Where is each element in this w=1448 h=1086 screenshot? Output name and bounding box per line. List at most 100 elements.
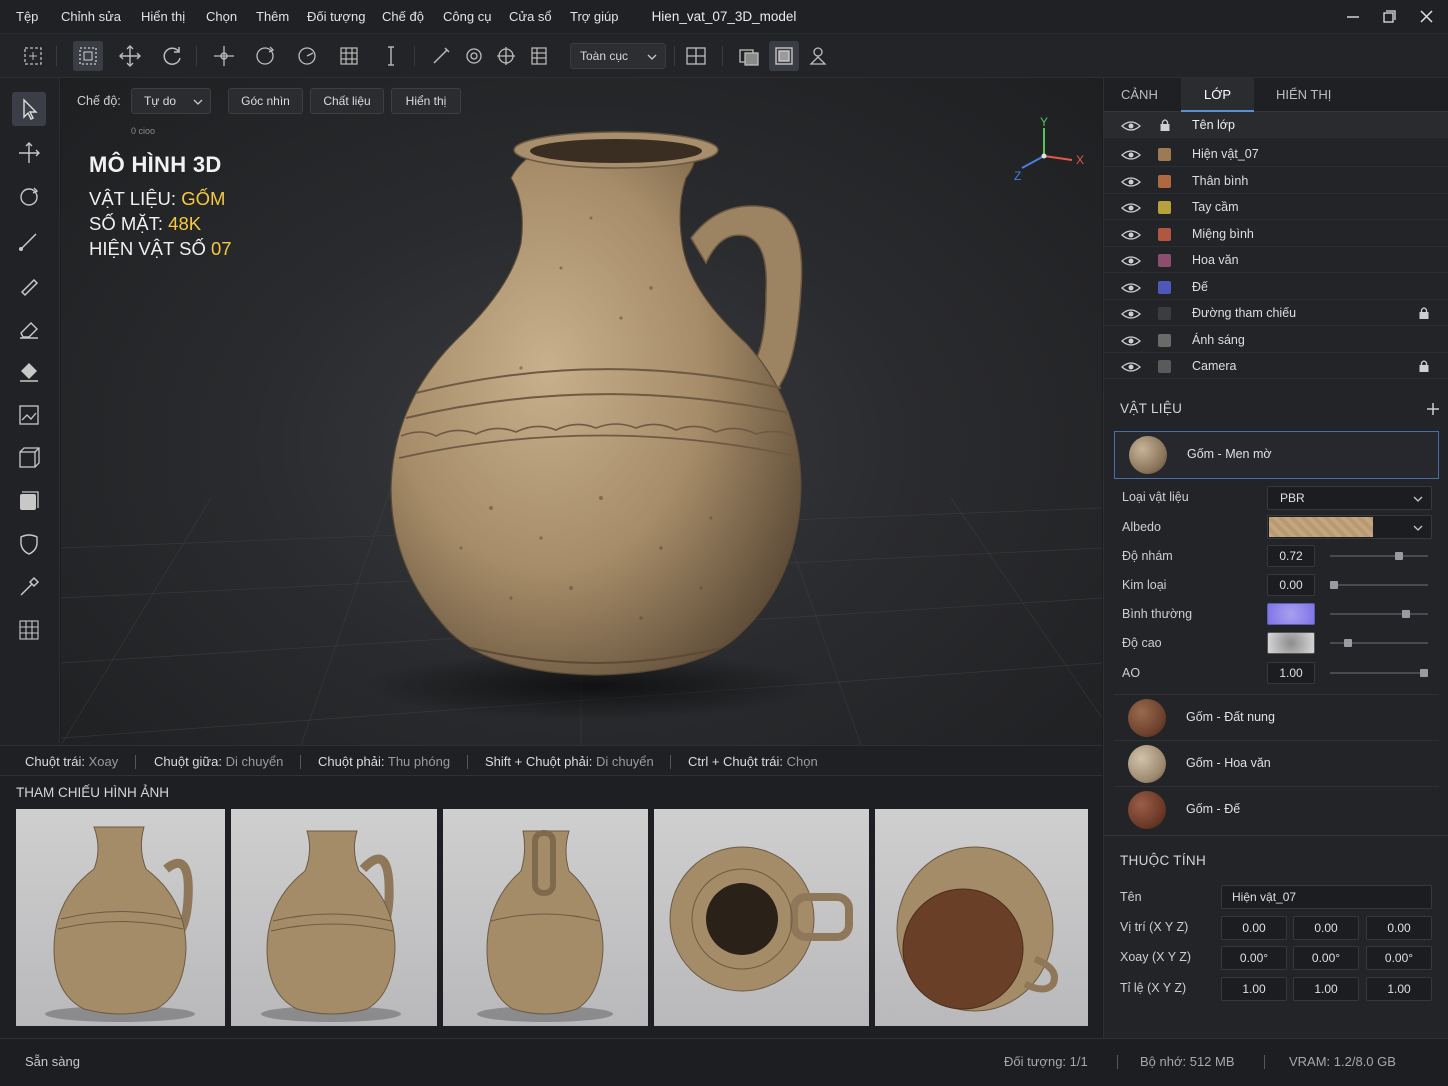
- display-button[interactable]: Hiển thị: [391, 88, 461, 114]
- normal-slider[interactable]: [1330, 610, 1428, 618]
- position-x-field[interactable]: 0.00: [1221, 916, 1287, 940]
- menu-file[interactable]: Tệp: [16, 9, 38, 24]
- eye-icon[interactable]: [1121, 202, 1141, 214]
- layer-row[interactable]: Tay cầm: [1104, 194, 1448, 220]
- menu-object[interactable]: Đối tượng: [307, 9, 365, 24]
- lock-icon[interactable]: [1418, 306, 1430, 320]
- object-name-field[interactable]: Hiện vật_07: [1221, 885, 1432, 909]
- albedo-texture-dropdown[interactable]: [1267, 515, 1432, 539]
- orbit-icon[interactable]: [250, 41, 280, 71]
- roughness-slider[interactable]: [1330, 552, 1428, 560]
- material-card[interactable]: Gốm - Đất nung: [1114, 694, 1439, 740]
- rotation-y-field[interactable]: 0.00°: [1293, 946, 1359, 970]
- scope-dropdown[interactable]: Toàn cục: [570, 43, 666, 69]
- scale-x-field[interactable]: 1.00: [1221, 977, 1287, 1001]
- reference-image-front[interactable]: [16, 809, 225, 1026]
- measure-icon[interactable]: [376, 41, 406, 71]
- uv-grid-icon[interactable]: [12, 613, 46, 647]
- shield-icon[interactable]: [12, 527, 46, 561]
- sculpt-icon[interactable]: [459, 41, 489, 71]
- material-card-selected[interactable]: Gốm - Men mờ: [1114, 431, 1439, 479]
- material-card[interactable]: Gốm - Hoa văn: [1114, 740, 1439, 786]
- restore-icon[interactable]: [1376, 6, 1402, 28]
- rotate-icon[interactable]: [157, 41, 187, 71]
- frame-view-icon[interactable]: [769, 41, 799, 71]
- material-view-button[interactable]: Chất liệu: [310, 88, 384, 114]
- rotation-z-field[interactable]: 0.00°: [1366, 946, 1432, 970]
- material-type-dropdown[interactable]: PBR: [1267, 486, 1432, 510]
- ceramic-jug-model[interactable]: [361, 118, 821, 718]
- menu-window[interactable]: Cửa sổ: [509, 9, 552, 24]
- eye-icon[interactable]: [1121, 229, 1141, 241]
- brush-icon[interactable]: [12, 268, 46, 302]
- render-icon[interactable]: [734, 41, 764, 71]
- eye-icon[interactable]: [1121, 255, 1141, 267]
- eye-icon[interactable]: [1121, 282, 1141, 294]
- metal-input[interactable]: 0.00: [1267, 574, 1315, 596]
- eye-icon[interactable]: [1121, 308, 1141, 320]
- eyedropper-icon[interactable]: [12, 570, 46, 604]
- menu-edit[interactable]: Chỉnh sửa: [61, 9, 121, 24]
- ao-input[interactable]: 1.00: [1267, 662, 1315, 684]
- minimize-icon[interactable]: [1340, 6, 1366, 28]
- layer-row[interactable]: Đường tham chiếu: [1104, 300, 1448, 326]
- eye-icon[interactable]: [1121, 361, 1141, 373]
- image-texture-icon[interactable]: [12, 398, 46, 432]
- ao-slider[interactable]: [1330, 669, 1428, 677]
- eye-icon[interactable]: [1121, 335, 1141, 347]
- tab-layers[interactable]: LỚP: [1204, 87, 1231, 102]
- layer-row[interactable]: Ánh sáng: [1104, 327, 1448, 353]
- menu-add[interactable]: Thêm: [256, 9, 289, 24]
- pen-icon[interactable]: [426, 41, 456, 71]
- frame-select-icon[interactable]: [18, 41, 48, 71]
- move-tool-icon[interactable]: [12, 136, 46, 170]
- menu-help[interactable]: Trợ giúp: [570, 9, 619, 24]
- slider-knob[interactable]: [1394, 552, 1403, 560]
- cube-icon[interactable]: [12, 441, 46, 475]
- normal-map-swatch[interactable]: [1267, 603, 1315, 625]
- menu-select[interactable]: Chọn: [206, 9, 237, 24]
- view-rotate-icon[interactable]: [292, 41, 322, 71]
- menu-mode[interactable]: Chế độ: [382, 9, 424, 24]
- tab-display[interactable]: HIỂN THỊ: [1276, 87, 1331, 102]
- line-tool-icon[interactable]: [12, 224, 46, 258]
- layer-row[interactable]: Miệng bình: [1104, 221, 1448, 247]
- move-icon[interactable]: [115, 41, 145, 71]
- rotate-tool-icon[interactable]: [12, 180, 46, 214]
- slider-knob[interactable]: [1402, 610, 1410, 618]
- add-material-icon[interactable]: [1426, 402, 1440, 416]
- light-icon[interactable]: [803, 41, 833, 71]
- lock-icon[interactable]: [1159, 118, 1171, 132]
- slider-knob[interactable]: [1420, 669, 1428, 677]
- layer-row[interactable]: Đế: [1104, 274, 1448, 300]
- scale-y-field[interactable]: 1.00: [1293, 977, 1359, 1001]
- box-select-icon[interactable]: [73, 41, 103, 71]
- close-icon[interactable]: [1413, 6, 1439, 28]
- material-card[interactable]: Gốm - Đế: [1114, 786, 1439, 832]
- transform-icon[interactable]: [209, 41, 239, 71]
- reference-image-bottom[interactable]: [875, 809, 1088, 1026]
- slider-knob[interactable]: [1330, 581, 1338, 589]
- roughness-input[interactable]: 0.72: [1267, 545, 1315, 567]
- menu-view[interactable]: Hiển thị: [141, 9, 185, 24]
- fill-bucket-icon[interactable]: [12, 354, 46, 388]
- layout-icon[interactable]: [681, 41, 711, 71]
- lock-icon[interactable]: [1418, 359, 1430, 373]
- metal-slider[interactable]: [1330, 581, 1428, 589]
- position-z-field[interactable]: 0.00: [1366, 916, 1432, 940]
- rotation-x-field[interactable]: 0.00°: [1221, 946, 1287, 970]
- solid-cube-icon[interactable]: [12, 484, 46, 518]
- eraser-icon[interactable]: [12, 311, 46, 345]
- target-icon[interactable]: [491, 41, 521, 71]
- eye-icon[interactable]: [1121, 120, 1141, 132]
- reference-image-back[interactable]: [443, 809, 648, 1026]
- height-slider[interactable]: [1330, 639, 1428, 647]
- axis-gizmo[interactable]: Y X Z: [1006, 114, 1096, 194]
- snap-icon[interactable]: [524, 41, 554, 71]
- view-angle-button[interactable]: Góc nhìn: [228, 88, 303, 114]
- position-y-field[interactable]: 0.00: [1293, 916, 1359, 940]
- tab-scene[interactable]: CẢNH: [1121, 87, 1158, 102]
- grid-icon[interactable]: [334, 41, 364, 71]
- layer-row[interactable]: Thân bình: [1104, 168, 1448, 194]
- layer-row[interactable]: Camera: [1104, 353, 1448, 379]
